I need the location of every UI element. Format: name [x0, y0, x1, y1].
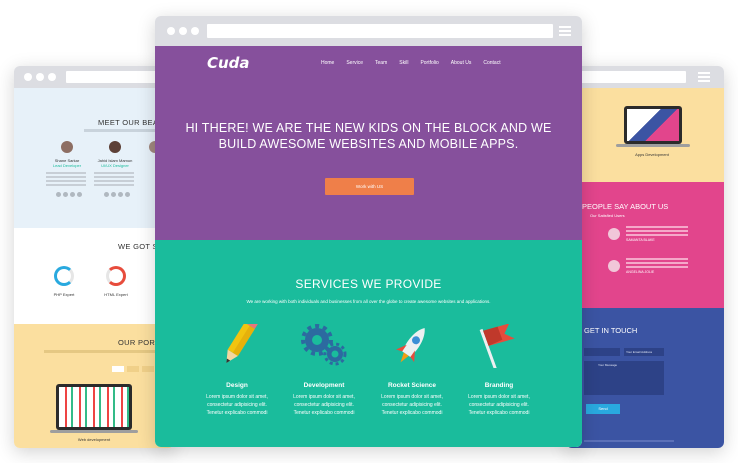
team-section: MEET OUR BEAUTI Shane Sarkar Lead Develo… — [14, 88, 174, 228]
skill-gauge — [106, 266, 126, 286]
service-text: Tenetur explicabo commodi — [468, 410, 530, 416]
contact-section: GET IN TOUCH Your Email Address Your Mes… — [566, 308, 724, 448]
member-role: UI/UX Designer — [101, 163, 129, 168]
nav-item-skill[interactable]: Skill — [399, 60, 408, 66]
email-field[interactable]: Your Email Address — [624, 348, 664, 356]
testimonial-author: ANGELINA JOLIE — [626, 270, 655, 274]
portfolio-section: OUR PORTFO Web development — [14, 324, 174, 448]
nav-item-portfolio[interactable]: Portfolio — [420, 60, 438, 66]
avatar — [61, 141, 73, 153]
window-controls[interactable] — [167, 27, 199, 35]
avatar — [608, 260, 620, 272]
hero-title: HI THERE! WE ARE THE NEW KIDS ON THE BLO… — [185, 121, 552, 151]
service-text: consectetur adipisicing elit. — [382, 402, 442, 408]
services-title: SERVICES WE PROVIDE — [295, 277, 442, 291]
rocket-icon — [367, 324, 457, 368]
left-browser-window: MEET OUR BEAUTI Shane Sarkar Lead Develo… — [14, 66, 174, 448]
service-text: Lorem ipsum dolor sit amet, — [206, 394, 268, 400]
testimonials-subtitle: Our Satisfied Users — [590, 213, 625, 218]
service-card-rocket-science[interactable]: Rocket Science Lorem ipsum dolor sit ame… — [367, 324, 457, 417]
service-card-design[interactable]: Design Lorem ipsum dolor sit amet, consec… — [192, 317, 282, 417]
portfolio-filter[interactable] — [112, 366, 154, 372]
avatar — [608, 228, 620, 240]
gears-icon — [279, 324, 369, 368]
service-card-branding[interactable]: Branding Lorem ipsum dolor sit amet, cons… — [454, 323, 544, 417]
services-subtitle: We are working with both individuals and… — [246, 299, 491, 304]
site-logo[interactable]: Cuda — [207, 54, 250, 72]
main-browser-window: Cuda Home Service Team Skill Portfolio A… — [155, 16, 582, 447]
address-bar[interactable] — [576, 71, 686, 83]
skill-gauge — [54, 266, 74, 286]
apps-section: Apps Development — [566, 88, 724, 182]
avatar — [109, 141, 121, 153]
nav-item-about[interactable]: About Us — [451, 60, 472, 66]
service-text: consectetur adipisicing elit. — [294, 402, 354, 408]
send-button[interactable]: Send — [586, 404, 620, 414]
hero-section: Cuda Home Service Team Skill Portfolio A… — [155, 46, 582, 240]
address-bar[interactable] — [207, 24, 553, 38]
menu-icon[interactable] — [698, 72, 710, 82]
laptop-mockup[interactable] — [624, 106, 682, 144]
name-field[interactable] — [584, 348, 620, 356]
service-text: Tenetur explicabo commodi — [293, 410, 355, 416]
flag-icon — [454, 323, 544, 370]
laptop-mockup[interactable] — [56, 384, 132, 430]
service-text: Lorem ipsum dolor sit amet, — [293, 394, 355, 400]
portfolio-caption: Web development — [77, 437, 111, 442]
service-text: Lorem ipsum dolor sit amet, — [381, 394, 443, 400]
social-icons[interactable] — [104, 192, 130, 197]
skill-label: PHP Expert — [53, 292, 75, 297]
nav-item-home[interactable]: Home — [321, 60, 334, 66]
message-field[interactable]: Your Message — [584, 361, 664, 395]
main-nav: Home Service Team Skill Portfolio About … — [321, 60, 501, 66]
service-title: Development — [303, 382, 345, 389]
services-section: SERVICES WE PROVIDE We are working with … — [155, 240, 582, 447]
menu-icon[interactable] — [559, 26, 571, 36]
apps-caption: Apps Development — [635, 152, 669, 157]
service-card-development[interactable]: Development Lorem ipsum dolor sit amet, c… — [279, 324, 369, 417]
service-title: Rocket Science — [387, 382, 437, 389]
member-role: Lead Developer — [52, 163, 82, 168]
browser-chrome — [155, 16, 582, 46]
testimonials-title: PEOPLE SAY ABOUT US — [582, 202, 669, 211]
window-controls[interactable] — [24, 73, 56, 81]
contact-title: GET IN TOUCH — [584, 326, 638, 335]
social-icons[interactable] — [56, 192, 82, 197]
browser-chrome — [566, 66, 724, 88]
skills-section: WE GOT SKI PHP Expert HTML Expert — [14, 228, 174, 324]
service-text: Tenetur explicabo commodi — [206, 410, 268, 416]
browser-chrome — [14, 66, 174, 88]
stage: MEET OUR BEAUTI Shane Sarkar Lead Develo… — [0, 0, 738, 463]
nav-item-contact[interactable]: Contact — [483, 60, 500, 66]
testimonial-author: SAMANTA BLAKE — [626, 238, 655, 242]
right-browser-window: Apps Development PEOPLE SAY ABOUT US Our… — [566, 66, 724, 448]
work-with-us-button[interactable]: Work with US — [325, 178, 414, 195]
service-title: Branding — [484, 382, 514, 389]
nav-item-service[interactable]: Service — [346, 60, 363, 66]
service-text: Lorem ipsum dolor sit amet, — [468, 394, 530, 400]
service-text: Tenetur explicabo commodi — [381, 410, 443, 416]
service-text: consectetur adipisicing elit. — [207, 402, 267, 408]
service-title: Design — [226, 382, 248, 389]
service-text: consectetur adipisicing elit. — [469, 402, 529, 408]
skill-label: HTML Expert — [104, 292, 128, 297]
pencil-icon — [192, 317, 282, 368]
testimonials-section: PEOPLE SAY ABOUT US Our Satisfied Users … — [566, 182, 724, 308]
nav-item-team[interactable]: Team — [375, 60, 387, 66]
